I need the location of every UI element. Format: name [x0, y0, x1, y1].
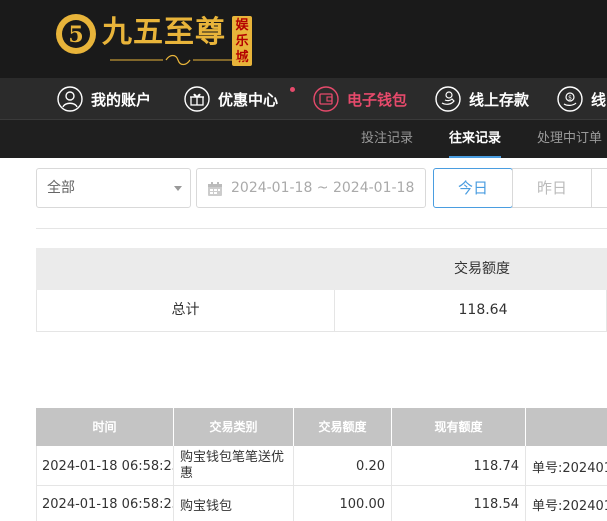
calendar-icon [208, 182, 222, 196]
col-time: 时间 [36, 408, 174, 446]
tab-pending-orders[interactable]: 处理中订单 [537, 120, 602, 158]
active-tab-underline [449, 156, 502, 158]
tab-label: 投注记录 [361, 131, 414, 146]
tab-label: 往来记录 [449, 131, 502, 146]
sub-nav: 投注记录 往来记录 处理中订单 [0, 120, 607, 158]
type-select-value: 全部 [47, 180, 75, 196]
nav-item-promotions[interactable]: 优惠中心 [184, 78, 278, 120]
type-select[interactable]: 全部 [36, 168, 191, 208]
summary-header: 交易额度 [36, 248, 607, 290]
tab-bet-records[interactable]: 投注记录 [361, 120, 413, 158]
notification-dot [290, 87, 295, 92]
top-header: 5 九五至尊 娱乐城 [0, 0, 607, 78]
gift-icon [184, 86, 210, 112]
nav-item-account[interactable]: 我的账户 [57, 78, 151, 120]
summary-total-label: 总计 [37, 290, 335, 331]
logo-swirl-icon [110, 54, 246, 66]
cell-type: 购宝钱包笔笔送优惠 [174, 446, 294, 486]
more-range-button[interactable] [591, 168, 607, 208]
cell-amount: 100.00 [294, 486, 392, 521]
cell-balance: 118.74 [392, 446, 526, 486]
logo-mark-icon: 5 [56, 14, 96, 54]
yesterday-button[interactable]: 昨日 [512, 168, 592, 208]
svg-text:$: $ [568, 95, 572, 102]
user-icon [57, 86, 83, 112]
summary-total-value: 118.64 [458, 302, 508, 318]
brand-name: 九五至尊 [102, 15, 226, 50]
col-balance: 现有额度 [392, 408, 526, 446]
cell-type: 购宝钱包 [174, 486, 294, 521]
cell-time: 2024-01-18 06:58:25 [36, 486, 174, 521]
deposit-icon [435, 86, 461, 112]
summary-header-amount: 交易额度 [454, 261, 510, 277]
cell-order: 单号:202401 [532, 499, 607, 514]
nav-item-deposit[interactable]: 线上存款 [435, 78, 529, 120]
yesterday-label: 昨日 [536, 179, 567, 197]
today-button[interactable]: 今日 [433, 168, 513, 208]
cell-time: 2024-01-18 06:58:25 [36, 446, 174, 486]
cell-balance: 118.54 [392, 486, 526, 521]
cell-order: 单号:202401 [532, 460, 607, 476]
summary-row: 总计 118.64 [36, 290, 607, 332]
tab-transaction-records[interactable]: 往来记录 [449, 120, 502, 158]
withdraw-icon: $ [557, 86, 583, 112]
today-label: 今日 [457, 179, 488, 197]
svg-text:5: 5 [68, 22, 83, 48]
cell-amount: 0.20 [294, 446, 392, 486]
divider [36, 228, 607, 229]
nav-label: 优惠中心 [218, 90, 279, 109]
tab-label: 处理中订单 [537, 131, 603, 146]
col-amount: 交易额度 [294, 408, 392, 446]
nav-label: 线 [591, 90, 607, 109]
nav-item-withdraw[interactable]: $ 线 [557, 78, 606, 120]
table-row: 2024-01-18 06:58:25 购宝钱包笔笔送优惠 0.20 118.7… [36, 446, 607, 486]
wallet-icon [313, 86, 339, 112]
nav-item-wallet[interactable]: 电子钱包 [313, 78, 407, 120]
table-row: 2024-01-18 06:58:25 购宝钱包 100.00 118.54 单… [36, 486, 607, 521]
date-range-input[interactable]: 2024-01-18 ~ 2024-01-18 [196, 168, 426, 208]
col-order [526, 408, 607, 446]
detail-table-header: 时间 交易类别 交易额度 现有额度 [36, 408, 607, 446]
chevron-down-icon [174, 186, 182, 191]
nav-label: 我的账户 [91, 90, 152, 109]
main-nav: 我的账户 优惠中心 电子钱包 线上存款 $ 线 [0, 78, 607, 120]
date-range-value: 2024-01-18 ~ 2024-01-18 [231, 180, 415, 196]
col-type: 交易类别 [174, 408, 294, 446]
nav-label: 电子钱包 [347, 90, 408, 109]
nav-label: 线上存款 [469, 90, 530, 109]
